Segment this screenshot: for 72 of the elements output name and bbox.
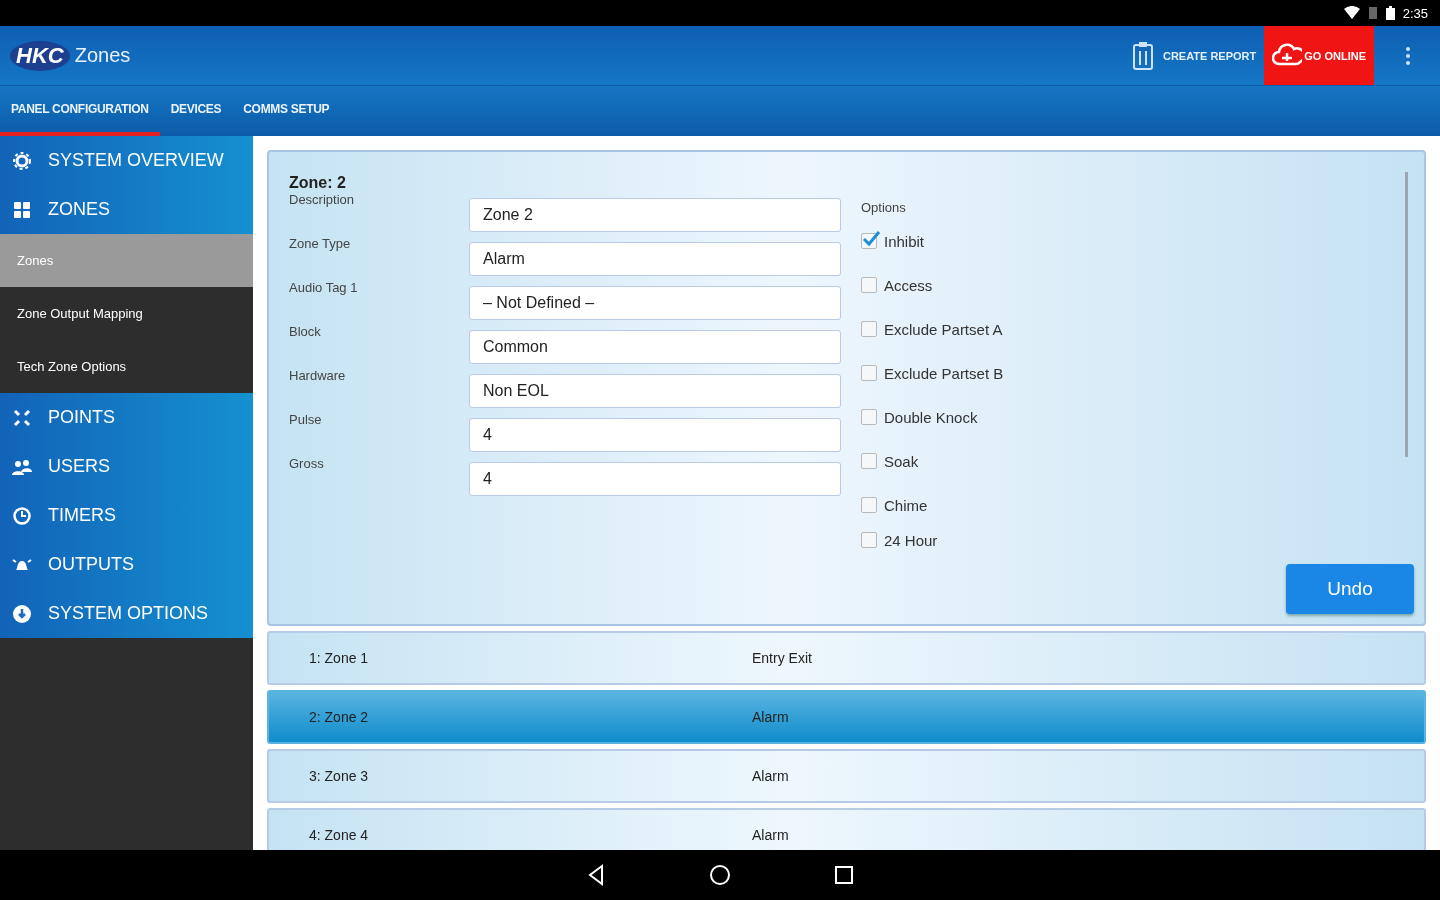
input-field[interactable]: – Not Defined – [469,286,841,320]
field-label: Gross [289,454,325,473]
checkbox[interactable] [861,532,877,548]
go-online-button[interactable]: GO ONLINE [1264,26,1374,85]
input-field[interactable]: Non EOL [469,374,841,408]
home-icon[interactable] [708,863,732,887]
zone-type: Entry Exit [752,650,812,666]
option-label: Soak [884,452,919,470]
option-label: Access [884,276,933,294]
zone-type: Alarm [752,827,789,843]
sidebar-item[interactable]: SYSTEM OVERVIEW [0,136,253,185]
option-label: 24 Hour [884,531,938,549]
zone-type: Alarm [752,709,789,725]
input-field[interactable]: Common [469,330,841,364]
gear-icon [12,150,32,171]
zone-name: 3: Zone 3 [309,768,370,784]
field-label: Description [289,192,356,207]
zone-type: Alarm [752,768,789,784]
wifi-icon [1343,6,1360,20]
tab[interactable]: DEVICES [159,86,233,136]
logo: HKC [10,40,70,71]
sidebar-item[interactable]: OUTPUTS [0,540,253,589]
zone-name: 1: Zone 1 [309,650,370,666]
zone-row[interactable]: 1: Zone 1 Entry Exit [267,631,1426,685]
zone-title: Zone: 2 [289,174,347,192]
checkbox[interactable] [861,497,877,513]
scrollbar[interactable] [1405,172,1408,457]
sidebar-item[interactable]: ZONES [0,185,253,234]
zone-row[interactable]: 3: Zone 3 Alarm [267,749,1426,803]
clock-time: 2:35 [1402,5,1428,21]
zone-name: 4: Zone 4 [309,827,370,843]
sidebar-subitem[interactable]: Zones [0,234,253,287]
app-title: Zones [74,44,131,67]
checkbox[interactable] [861,453,877,469]
clock-icon [12,505,32,526]
recents-icon[interactable] [832,863,856,887]
field-label: Block [289,322,322,341]
sim-icon [1367,6,1378,20]
checkbox[interactable] [861,365,877,381]
zone-row[interactable]: 2: Zone 2 Alarm [267,690,1426,744]
create-report-button[interactable]: CREATE REPORT [1122,26,1265,85]
checkbox[interactable] [861,277,877,293]
field-label: Pulse [289,410,323,429]
option-label: Double Knock [884,408,978,426]
zone-name: 2: Zone 2 [309,709,370,725]
option-label: Exclude Partset A [884,320,1003,338]
tab[interactable]: COMMS SETUP [232,86,341,136]
option-label: Inhibit [884,232,925,250]
points-icon [12,407,32,428]
zone-row[interactable]: 4: Zone 4 Alarm [267,808,1426,850]
checkbox[interactable] [861,409,877,425]
sidebar-item[interactable]: USERS [0,442,253,491]
sidebar-item[interactable]: SYSTEM OPTIONS [0,589,253,638]
field-label: Zone Type [289,234,352,253]
more-icon[interactable] [1406,45,1410,66]
options-icon [12,603,32,624]
field-label: Hardware [289,366,347,385]
option-label: Chime [884,496,928,514]
checkbox[interactable] [861,321,877,337]
field-label: Audio Tag 1 [289,278,359,297]
sidebar-item[interactable]: POINTS [0,393,253,442]
input-field[interactable]: Alarm [469,242,841,276]
options-label: Options [861,200,907,215]
grid-icon [12,199,32,220]
sidebar-item[interactable]: TIMERS [0,491,253,540]
option-label: Exclude Partset B [884,364,1004,382]
checkbox[interactable] [861,233,877,249]
input-field[interactable]: Zone 2 [469,198,841,232]
battery-icon [1385,6,1395,20]
undo-button[interactable]: Undo [1286,564,1414,614]
input-field[interactable]: 4 [469,462,841,496]
input-field[interactable]: 4 [469,418,841,452]
